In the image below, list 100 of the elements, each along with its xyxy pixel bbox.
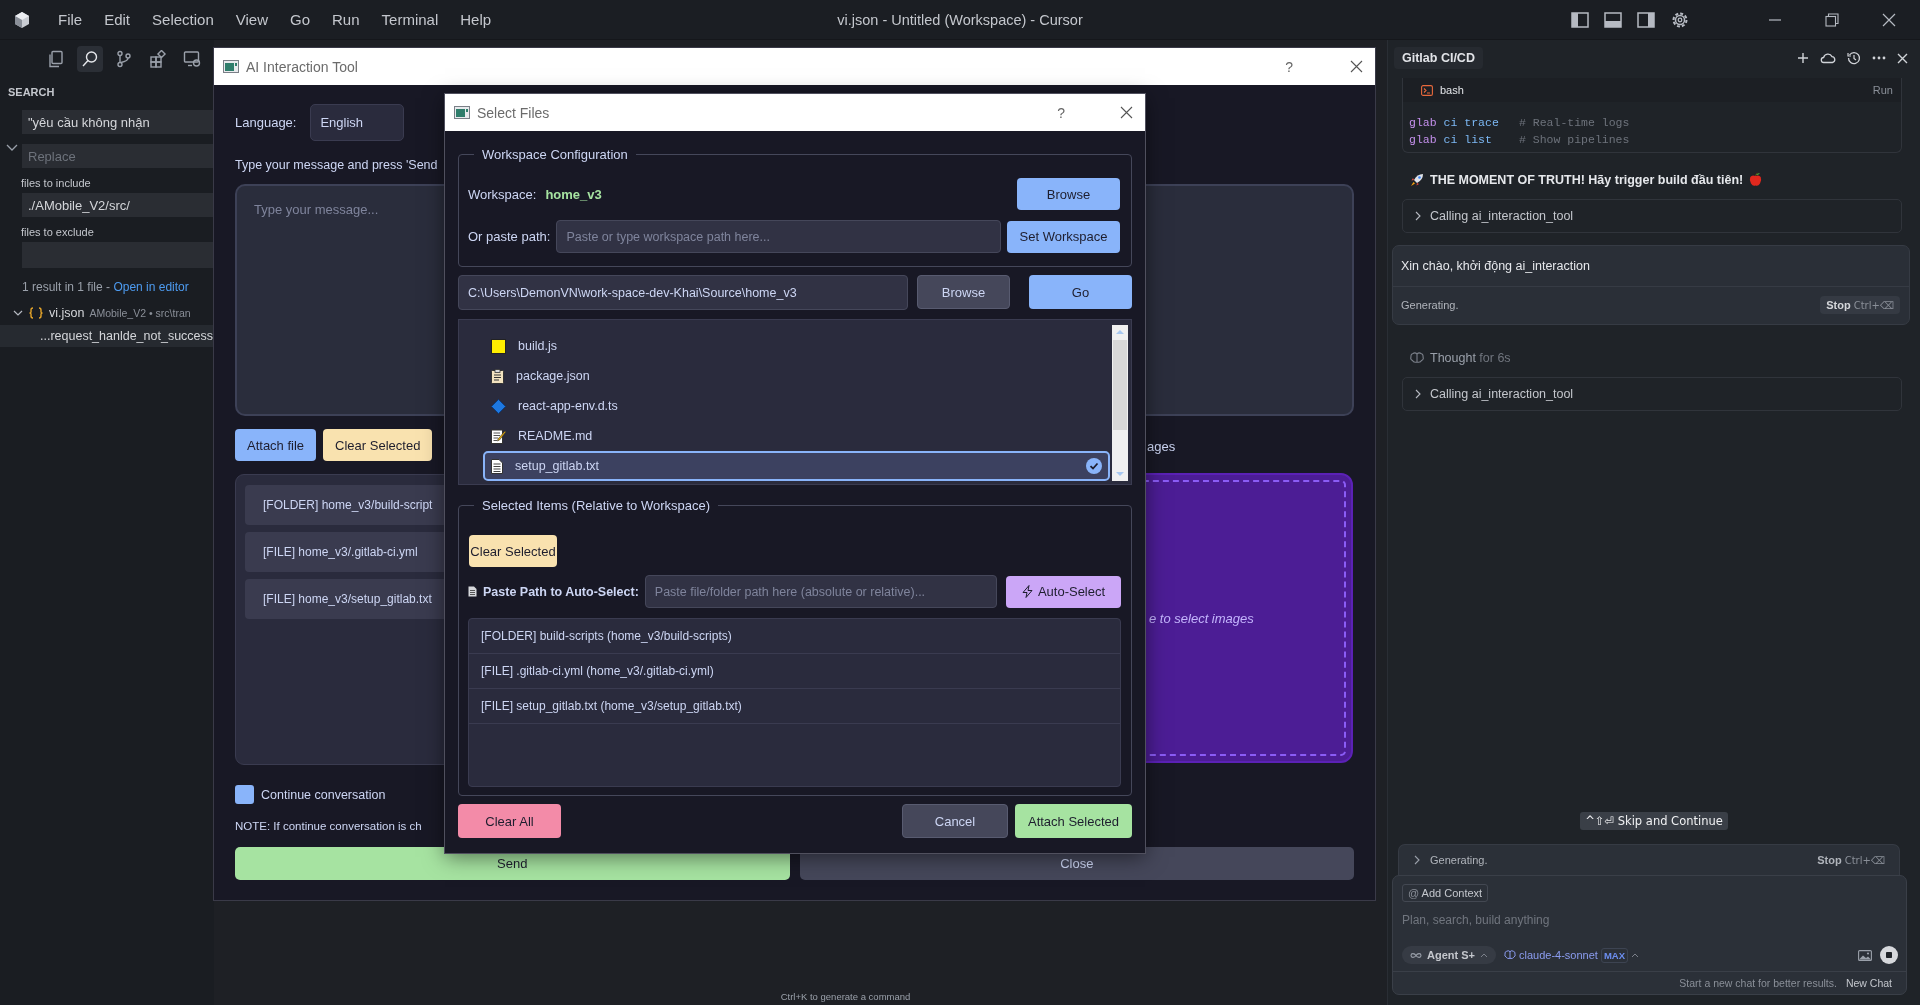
- restore-icon[interactable]: [1825, 12, 1839, 27]
- chevron-right-icon[interactable]: [1413, 855, 1421, 865]
- menu-item[interactable]: Help: [460, 11, 492, 28]
- attach-file-button[interactable]: Attach file: [235, 429, 317, 461]
- auto-select-button[interactable]: Auto-Select: [1006, 575, 1121, 608]
- result-summary: 1 result in 1 file - Open in editor: [21, 279, 190, 294]
- run-button[interactable]: Run: [1872, 84, 1893, 96]
- close-icon[interactable]: [1120, 106, 1133, 119]
- instruction-text: Type your message and press 'Send: [235, 158, 438, 172]
- workspace-name: home_v3: [545, 186, 602, 202]
- diamond-icon: [491, 398, 506, 414]
- notepad-icon: [491, 428, 506, 444]
- window-title: Select Files: [477, 104, 550, 121]
- file-row[interactable]: package.json: [483, 361, 1110, 391]
- tool-call-label: Calling ai_interaction_tool: [1430, 387, 1574, 401]
- stop-button[interactable]: Stop Ctrl+⌫: [1820, 296, 1900, 314]
- checkbox-label: Continue conversation: [261, 787, 386, 802]
- chat-input[interactable]: Plan, search, build anything: [1402, 910, 1702, 930]
- history-icon[interactable]: [1847, 51, 1861, 65]
- menu-item[interactable]: Go: [290, 11, 310, 28]
- browse-button[interactable]: Browse: [1017, 178, 1120, 210]
- tool-call-row[interactable]: Calling ai_interaction_tool: [1402, 377, 1902, 411]
- file-row[interactable]: setup_gitlab.txt: [483, 451, 1110, 481]
- auto-select-input[interactable]: Paste file/folder path here (absolute or relative)...: [644, 575, 997, 608]
- sidebar-toggle-icon[interactable]: [1571, 11, 1589, 28]
- language-dropdown[interactable]: English: [310, 104, 405, 141]
- menu-item[interactable]: Terminal: [381, 11, 439, 28]
- path-input[interactable]: C:\Users\DemonVN\work-space-dev-Khai\Source\home_v3: [458, 275, 908, 310]
- file-row[interactable]: react-app-env.d.ts: [483, 391, 1110, 421]
- chevron-down-icon[interactable]: [6, 144, 18, 152]
- clipboard-icon: [491, 368, 504, 384]
- selected-item[interactable]: [FOLDER] build-scripts (home_v3/build-scripts): [469, 619, 1120, 654]
- max-badge: MAX: [1600, 947, 1628, 963]
- browse-button[interactable]: Browse: [917, 275, 1010, 309]
- workspace-path-input[interactable]: Paste or type workspace path here...: [556, 220, 1001, 253]
- language-label: Language:: [235, 115, 297, 130]
- cloud-icon[interactable]: [1820, 52, 1836, 64]
- file-name: setup_gitlab.txt: [515, 459, 600, 473]
- add-context-button[interactable]: @ Add Context: [1402, 884, 1489, 902]
- file-row[interactable]: README.md: [483, 421, 1110, 451]
- search-icon[interactable]: [77, 46, 103, 72]
- image-icon[interactable]: [1858, 949, 1872, 961]
- code-line: glab ci trace # Real-time logs: [1408, 115, 1631, 129]
- search-match[interactable]: ...request_hanlde_not_success: [0, 325, 214, 347]
- file-name: build.js: [518, 339, 557, 353]
- clear-selected-button[interactable]: Clear Selected: [323, 429, 433, 461]
- close-icon[interactable]: [1350, 60, 1363, 73]
- editor-hint: Ctrl+K to generate a command: [779, 991, 911, 1004]
- selected-item[interactable]: [FILE] .gitlab-ci.yml (home_v3/.gitlab-ci.yml): [469, 654, 1120, 689]
- paste-path-label: Or paste path:: [468, 229, 551, 244]
- status-text: Generating.: [1430, 854, 1488, 866]
- help-button[interactable]: ?: [1285, 58, 1293, 75]
- selected-item[interactable]: [FILE] setup_gitlab.txt (home_v3/setup_gitlab.txt): [469, 689, 1120, 724]
- help-button[interactable]: ?: [1057, 104, 1065, 121]
- go-button[interactable]: Go: [1029, 275, 1132, 309]
- images-label: ages: [1146, 438, 1177, 456]
- result-file-row[interactable]: vi.json AMobile_V2 • src\tran: [0, 294, 214, 320]
- tool-call-row[interactable]: Calling ai_interaction_tool: [1402, 199, 1902, 233]
- secondary-sidebar-toggle-icon[interactable]: [1637, 11, 1655, 28]
- menu-item[interactable]: File: [58, 11, 83, 28]
- exclude-field[interactable]: [22, 242, 214, 268]
- checkbox[interactable]: [235, 785, 254, 804]
- plus-icon[interactable]: [1797, 52, 1809, 64]
- message-heading: THE MOMENT OF TRUTH! Hãy trigger build đầu tiên!: [1430, 172, 1744, 187]
- search-field[interactable]: "yêu cầu không nhận: [22, 110, 214, 134]
- json-braces-icon: [28, 307, 44, 319]
- panel-toggle-icon[interactable]: [1604, 11, 1622, 28]
- app-logo-icon: [13, 10, 31, 29]
- status-text: Generating.: [1401, 299, 1459, 311]
- cancel-button[interactable]: Cancel: [902, 804, 1008, 838]
- stop-icon[interactable]: [1880, 946, 1898, 964]
- field-label: files to include: [20, 176, 92, 191]
- clear-selected-button[interactable]: Clear Selected: [469, 535, 557, 567]
- model-selector[interactable]: claude-4-sonnet MAX: [1504, 947, 1639, 963]
- workspace-label: Workspace:: [468, 186, 537, 202]
- new-chat-link[interactable]: New Chat: [1845, 977, 1892, 989]
- close-icon[interactable]: [1882, 12, 1896, 27]
- menu-item[interactable]: View: [235, 11, 268, 28]
- file-name: README.md: [518, 429, 593, 443]
- document-icon: [491, 458, 503, 474]
- set-workspace-button[interactable]: Set Workspace: [1007, 220, 1120, 253]
- group-title: Workspace Configuration: [481, 147, 629, 162]
- replace-field[interactable]: Replace: [22, 144, 214, 168]
- menu-item[interactable]: Run: [332, 11, 360, 28]
- skip-and-continue-button[interactable]: ^⇧⏎ Skip and Continue: [1580, 812, 1728, 830]
- more-icon[interactable]: [1872, 56, 1886, 60]
- agent-mode-dropdown[interactable]: Agent S+: [1402, 946, 1496, 964]
- terminal-icon: [1421, 84, 1433, 96]
- open-in-editor-link[interactable]: Open in editor: [113, 280, 189, 294]
- file-name: react-app-env.d.ts: [518, 399, 618, 413]
- chat-tab[interactable]: Gitlab CI/CD: [1394, 47, 1483, 69]
- clear-all-button[interactable]: Clear All: [458, 804, 561, 838]
- stop-button[interactable]: Stop Ctrl+⌫: [1817, 854, 1885, 866]
- menu-item[interactable]: Edit: [104, 11, 131, 28]
- menu-item[interactable]: Selection: [152, 11, 214, 28]
- attach-selected-button[interactable]: Attach Selected: [1015, 804, 1132, 838]
- caret-icon: [1480, 952, 1488, 958]
- infinity-icon: [1410, 951, 1422, 959]
- file-row[interactable]: build.js: [483, 331, 1110, 361]
- include-field[interactable]: ./AMobile_V2/src/: [22, 193, 214, 217]
